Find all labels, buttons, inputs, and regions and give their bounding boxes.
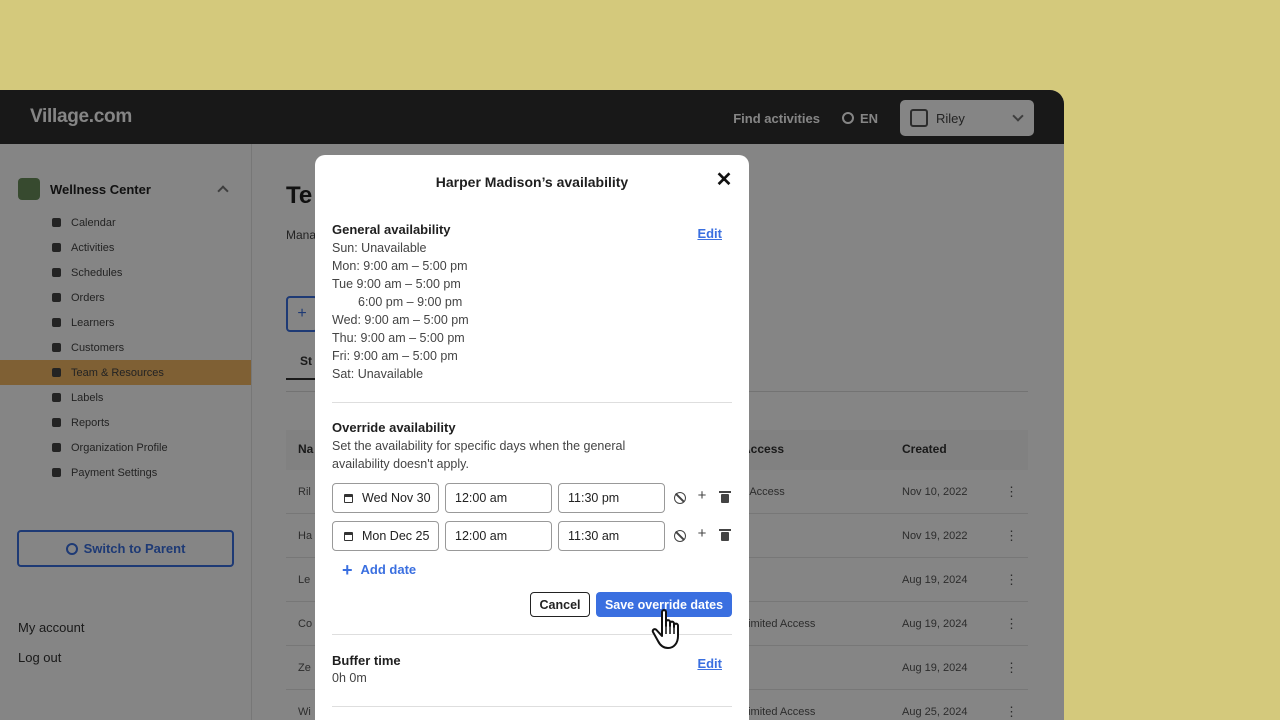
override-start-time-field[interactable]: 12:00 am [445, 483, 552, 513]
add-date-button[interactable]: + Add date [342, 559, 417, 580]
add-date-label: Add date [360, 562, 417, 577]
trash-icon[interactable] [719, 491, 731, 503]
override-end-time-value: 11:30 pm [568, 491, 620, 505]
override-availability-title: Override availability [332, 420, 456, 435]
override-start-time-value: 12:00 am [455, 491, 508, 505]
close-icon[interactable]: ✕ [715, 170, 733, 190]
edit-buffer-time-link[interactable]: Edit [697, 656, 722, 671]
availability-line: Mon: 9:00 am – 5:00 pm [332, 259, 468, 273]
buffer-time-title: Buffer time [332, 653, 401, 668]
buffer-time-value: 0h 0m [332, 671, 367, 685]
hand-pointer-icon [651, 609, 679, 649]
availability-line: Tue 9:00 am – 5:00 pm [332, 277, 461, 291]
override-date-value: Mon Dec 25 [362, 529, 430, 543]
calendar-icon [344, 531, 353, 541]
availability-line: Wed: 9:00 am – 5:00 pm [332, 313, 469, 327]
block-icon[interactable] [674, 492, 686, 504]
override-date-field[interactable]: Wed Nov 30 [332, 483, 439, 513]
section-divider [332, 706, 732, 707]
edit-general-availability-link[interactable]: Edit [697, 226, 722, 241]
plus-icon: + [342, 559, 353, 580]
plus-icon[interactable]: + [695, 487, 709, 504]
override-description: Set the availability for specific days w… [332, 439, 626, 471]
calendar-icon [344, 493, 353, 503]
availability-line: Fri: 9:00 am – 5:00 pm [332, 349, 458, 363]
availability-line: 6:00 pm – 9:00 pm [358, 295, 463, 309]
plus-icon[interactable]: + [695, 525, 709, 542]
section-divider [332, 402, 732, 403]
availability-line: Thu: 9:00 am – 5:00 pm [332, 331, 465, 345]
override-start-time-field[interactable]: 12:00 am [445, 521, 552, 551]
override-date-value: Wed Nov 30 [362, 491, 431, 505]
override-end-time-field[interactable]: 11:30 pm [558, 483, 665, 513]
override-end-time-field[interactable]: 11:30 am [558, 521, 665, 551]
trash-icon[interactable] [719, 529, 731, 541]
override-date-field[interactable]: Mon Dec 25 [332, 521, 439, 551]
availability-line: Sun: Unavailable [332, 241, 427, 255]
general-availability-title: General availability [332, 222, 451, 237]
override-start-time-value: 12:00 am [455, 529, 508, 543]
modal-title: Harper Madison’s availability [435, 174, 629, 190]
availability-line: Sat: Unavailable [332, 367, 424, 381]
override-end-time-value: 11:30 am [568, 529, 620, 543]
block-icon[interactable] [674, 530, 686, 542]
cancel-button[interactable]: Cancel [530, 592, 590, 617]
